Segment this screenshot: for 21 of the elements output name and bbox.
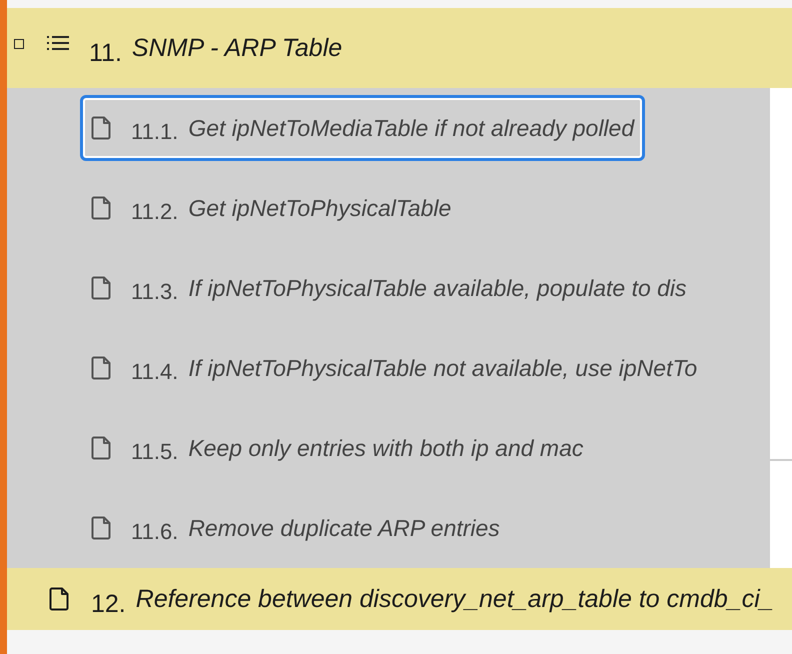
- document-icon: [91, 116, 111, 140]
- section-number: 11.: [89, 38, 122, 68]
- document-icon: [91, 356, 111, 380]
- section-title: SNMP - ARP Table: [132, 34, 342, 62]
- outline-item[interactable]: 11.2. Get ipNetToPhysicalTable: [80, 175, 462, 241]
- document-icon: [91, 276, 111, 300]
- section-number: 12.: [91, 590, 126, 618]
- document-icon: [91, 516, 111, 540]
- outline-item[interactable]: 11.6. Remove duplicate ARP entries: [80, 495, 511, 561]
- outline-item[interactable]: 11.3. If ipNetToPhysicalTable available, populate to dis: [80, 255, 698, 321]
- list-icon: [47, 35, 69, 51]
- outline-item[interactable]: 11.4. If ipNetToPhysicalTable not available, use ipNetTo: [80, 335, 708, 401]
- section-header[interactable]: 12. Reference between discovery_net_arp_table to cmdb_ci_: [7, 568, 792, 630]
- document-icon: [91, 196, 111, 220]
- document-icon: [91, 436, 111, 460]
- section-header[interactable]: 11. SNMP - ARP Table: [7, 8, 792, 88]
- section-title: Reference between discovery_net_arp_table to cmdb_ci_: [136, 584, 774, 614]
- outline-item[interactable]: 11.1. Get ipNetToMediaTable if not already polled: [80, 95, 646, 161]
- document-icon: [49, 587, 69, 611]
- checkbox[interactable]: [14, 39, 24, 49]
- outline-item[interactable]: 11.5. Keep only entries with both ip and mac: [80, 415, 594, 481]
